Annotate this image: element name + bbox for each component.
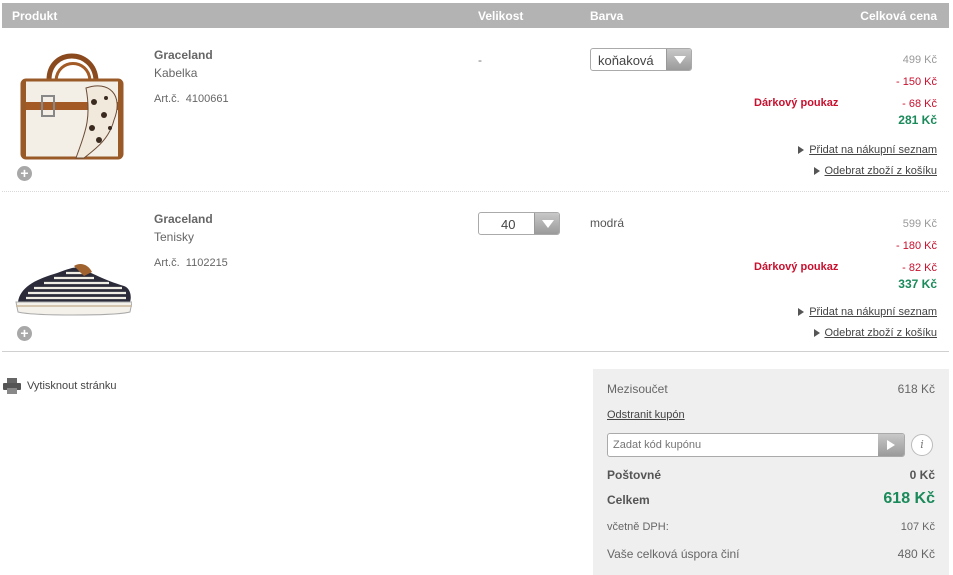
triangle-right-icon bbox=[798, 308, 805, 316]
remove-coupon-link[interactable]: Odstranit kupón bbox=[607, 409, 685, 421]
add-to-list-link[interactable]: Přidat na nákupní seznam bbox=[798, 144, 937, 156]
gift-voucher-label: Dárkový poukaz bbox=[754, 97, 839, 109]
print-page-link[interactable]: Vytisknout stránku bbox=[3, 378, 116, 394]
savings-row: Vaše celková úspora činí 480 Kč bbox=[607, 547, 935, 561]
chevron-down-icon[interactable] bbox=[666, 49, 691, 70]
price-original: 499 Kč bbox=[902, 54, 937, 66]
printer-icon bbox=[3, 378, 21, 394]
add-to-list-link[interactable]: Přidat na nákupní seznam bbox=[798, 306, 937, 318]
gift-voucher-label: Dárkový poukaz bbox=[754, 261, 839, 273]
cart-item: + Graceland Kabelka Art.č. 4100661 - koň… bbox=[2, 28, 949, 192]
header-product: Produkt bbox=[12, 9, 58, 23]
item-type: Kabelka bbox=[154, 66, 198, 80]
subtotal-row: Mezisoučet 618 Kč bbox=[607, 382, 935, 396]
zoom-plus-icon[interactable]: + bbox=[17, 166, 32, 181]
color-select-value: koňaková bbox=[598, 53, 654, 68]
size-select-value: 40 bbox=[501, 217, 516, 232]
cart-item: + Graceland Tenisky Art.č. 1102215 40 mo… bbox=[2, 192, 949, 352]
item-prices: 499 Kč - 150 Kč - 68 Kč 281 Kč bbox=[896, 54, 937, 127]
subtotal-value: 618 Kč bbox=[897, 382, 935, 396]
savings-value: 480 Kč bbox=[897, 547, 935, 561]
item-brand: Graceland bbox=[154, 48, 213, 62]
header-color: Barva bbox=[590, 9, 624, 23]
triangle-right-icon bbox=[798, 146, 805, 154]
size-select[interactable]: 40 bbox=[478, 212, 560, 235]
zoom-plus-icon[interactable]: + bbox=[17, 326, 32, 341]
shipping-value: 0 Kč bbox=[909, 468, 935, 482]
color-select[interactable]: koňaková bbox=[590, 48, 692, 71]
header-total-price: Celková cena bbox=[860, 9, 937, 23]
remove-item-link[interactable]: Odebrat zboží z košíku bbox=[813, 327, 937, 339]
shipping-row: Poštovné 0 Kč bbox=[607, 468, 935, 482]
triangle-right-icon bbox=[813, 167, 820, 175]
remove-item-link[interactable]: Odebrat zboží z košíku bbox=[813, 165, 937, 177]
order-summary: Mezisoučet 618 Kč Odstranit kupón i Pošt… bbox=[593, 369, 949, 575]
vat-row: včetně DPH: 107 Kč bbox=[607, 521, 935, 533]
price-final: 337 Kč bbox=[898, 277, 937, 291]
chevron-down-icon[interactable] bbox=[534, 213, 559, 234]
item-color: modrá bbox=[590, 216, 625, 230]
item-type: Tenisky bbox=[154, 230, 195, 244]
gift-discount: - 68 Kč bbox=[902, 98, 937, 110]
cart-table-header: Produkt Velikost Barva Celková cena bbox=[2, 3, 949, 28]
total-row: Celkem 618 Kč bbox=[607, 490, 935, 507]
sneaker-image[interactable] bbox=[14, 250, 132, 326]
price-discount: - 150 Kč bbox=[896, 76, 937, 88]
item-article-number: Art.č. 1102215 bbox=[154, 257, 228, 269]
total-value: 618 Kč bbox=[883, 490, 935, 507]
item-article-number: Art.č. 4100661 bbox=[154, 93, 229, 105]
coupon-code-input[interactable] bbox=[607, 433, 905, 457]
info-icon[interactable]: i bbox=[911, 434, 933, 456]
item-brand: Graceland bbox=[154, 212, 213, 226]
triangle-right-icon bbox=[813, 329, 820, 337]
item-prices: 599 Kč - 180 Kč - 82 Kč 337 Kč bbox=[896, 218, 937, 291]
vat-value: 107 Kč bbox=[900, 521, 935, 533]
apply-coupon-button[interactable] bbox=[878, 434, 904, 456]
handbag-image[interactable] bbox=[14, 40, 132, 164]
price-original: 599 Kč bbox=[902, 218, 937, 230]
gift-discount: - 82 Kč bbox=[902, 262, 937, 274]
price-final: 281 Kč bbox=[898, 113, 937, 127]
header-size: Velikost bbox=[478, 9, 524, 23]
item-size: - bbox=[478, 53, 482, 67]
price-discount: - 180 Kč bbox=[896, 240, 937, 252]
